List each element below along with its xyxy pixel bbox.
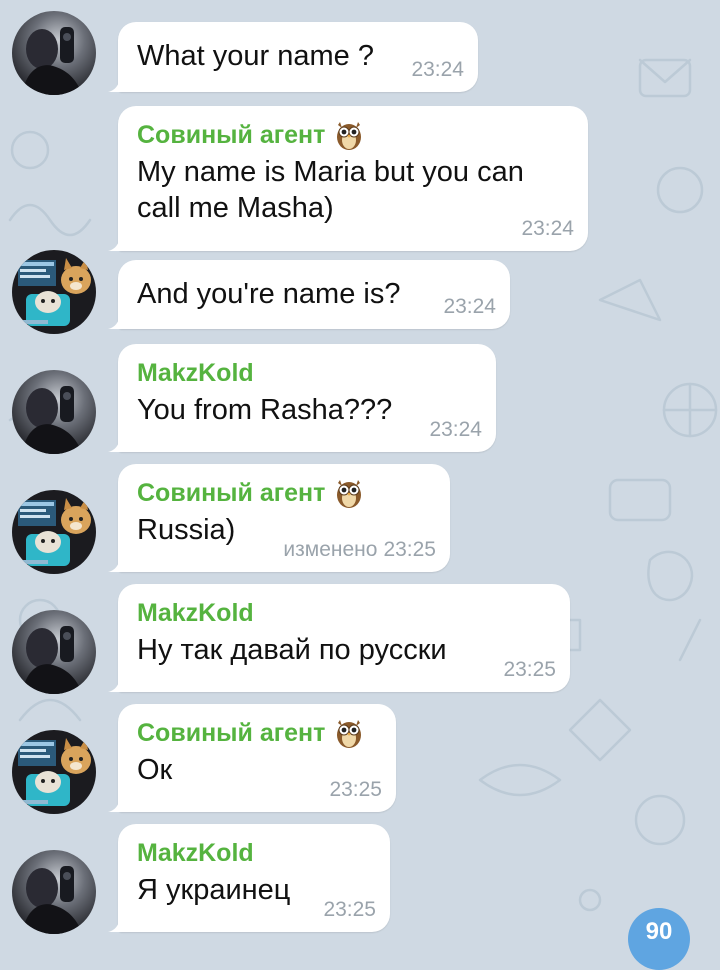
message-meta: 23:24: [443, 295, 496, 319]
edited-label: изменено: [283, 538, 378, 561]
message-bubble[interactable]: Совиный агент Ок 23:25: [118, 704, 396, 812]
avatar[interactable]: [12, 850, 96, 934]
sender-name[interactable]: Совиный агент: [137, 120, 325, 150]
sender-header: Совиный агент: [137, 718, 378, 748]
message-meta: 23:24: [411, 58, 464, 82]
message-bubble[interactable]: Совиный агент Russia) изменено 23:25: [118, 464, 450, 572]
message-time: 23:24: [521, 217, 574, 240]
sender-name[interactable]: MakzKold: [137, 838, 254, 868]
avatar[interactable]: [12, 730, 96, 814]
message-time: 23:25: [383, 538, 436, 561]
message-text: Ну так давай по русски: [137, 634, 447, 666]
message-bubble[interactable]: And you're name is? 23:24: [118, 260, 510, 329]
sender-header: Совиный агент: [137, 478, 432, 508]
sender-name[interactable]: MakzKold: [137, 598, 254, 628]
unread-count-badge[interactable]: 90: [628, 908, 690, 970]
message-time: 23:24: [411, 58, 464, 81]
message-time: 23:25: [323, 898, 376, 921]
avatar[interactable]: [12, 11, 96, 95]
message-text: And you're name is?: [137, 278, 401, 310]
message-meta: изменено 23:25: [283, 538, 436, 562]
sender-header: Совиный агент: [137, 120, 570, 150]
avatar[interactable]: [12, 370, 96, 454]
message-time: 23:24: [443, 295, 496, 318]
sender-header: MakzKold: [137, 358, 478, 388]
message-text: You from Rasha???: [137, 394, 393, 426]
message-text: My name is Maria but you can call me Mas…: [137, 156, 524, 224]
owl-icon: [335, 477, 363, 509]
message-bubble[interactable]: What your name ? 23:24: [118, 22, 478, 92]
message-bubble[interactable]: MakzKold Ну так давай по русски 23:25: [118, 584, 570, 692]
message-time: 23:25: [329, 778, 382, 801]
sender-name[interactable]: MakzKold: [137, 358, 254, 388]
message-bubble[interactable]: MakzKold Я украинец 23:25: [118, 824, 390, 932]
message-meta: 23:24: [521, 217, 574, 241]
avatar[interactable]: [12, 250, 96, 334]
message-meta: 23:25: [323, 898, 376, 922]
sender-header: MakzKold: [137, 838, 372, 868]
avatar[interactable]: [12, 490, 96, 574]
message-bubble[interactable]: Совиный агент My name is Maria but you c…: [118, 106, 588, 251]
sender-header: MakzKold: [137, 598, 552, 628]
message-meta: 23:25: [503, 658, 556, 682]
message-meta: 23:25: [329, 778, 382, 802]
sender-name[interactable]: Совиный агент: [137, 478, 325, 508]
avatar[interactable]: [12, 610, 96, 694]
message-list[interactable]: What your name ? 23:24 Совиный агент My na…: [0, 0, 720, 936]
message-bubble[interactable]: MakzKold You from Rasha??? 23:24: [118, 344, 496, 452]
sender-name[interactable]: Совиный агент: [137, 718, 325, 748]
message-time: 23:24: [429, 418, 482, 441]
owl-icon: [335, 717, 363, 749]
message-time: 23:25: [503, 658, 556, 681]
message-meta: 23:24: [429, 418, 482, 442]
owl-icon: [335, 119, 363, 151]
